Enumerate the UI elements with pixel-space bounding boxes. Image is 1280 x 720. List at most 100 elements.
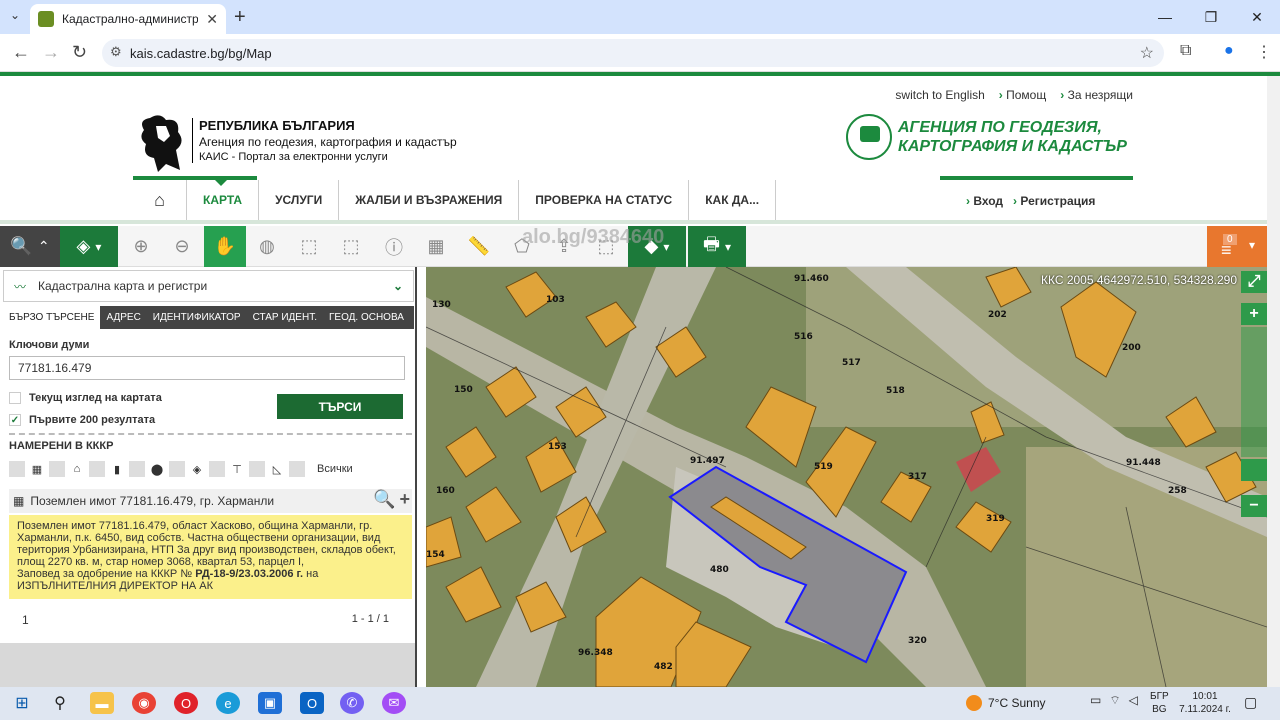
zoom-in-button[interactable]: ⊕ [122, 226, 160, 267]
keywords-input[interactable] [9, 356, 405, 380]
tab-list-icon[interactable]: ⌄ [10, 8, 20, 22]
agency-underline [940, 176, 1133, 180]
browser-tab[interactable]: Кадастрално-административна ✕ [30, 4, 226, 34]
zoom-to-icon[interactable]: 🔍 [373, 489, 395, 510]
basket-button[interactable]: 0 ≡ ▾ [1207, 226, 1267, 267]
zoom-out-button[interactable]: ⊖ [162, 226, 202, 267]
file-explorer-icon[interactable]: ▬ [90, 692, 114, 714]
home-button[interactable]: ⌂ [133, 180, 187, 220]
register-link[interactable]: › Регистрация [1013, 194, 1095, 208]
cadastral-map[interactable]: 130 103 150 202 200 516 517 518 519 480 … [426, 267, 1267, 687]
site-info-icon[interactable]: ⚙ [110, 44, 122, 60]
info-button[interactable]: ⓘ [374, 226, 414, 267]
back-icon[interactable]: ← [12, 42, 30, 63]
notifications-icon[interactable]: ▢ [1244, 694, 1257, 711]
opera-icon[interactable]: O [174, 692, 198, 714]
print-button[interactable]: 🖶 ▾ [688, 226, 746, 267]
measure-line-button[interactable]: 📏 [458, 226, 500, 267]
filter-toggle[interactable] [289, 461, 305, 477]
menu-howto[interactable]: КАК ДА... [689, 180, 777, 220]
zoom-minus-button[interactable]: − [1241, 495, 1267, 517]
first200-checkbox[interactable]: ✓ Първите 200 резултата [9, 414, 155, 426]
chrome-icon[interactable]: ◉ [132, 692, 156, 714]
bookmark-star-icon[interactable]: ☆ [1140, 43, 1154, 63]
maximize-icon[interactable]: ❐ [1188, 0, 1234, 34]
filter-toggle[interactable] [9, 461, 25, 477]
close-window-icon[interactable]: ✕ [1234, 0, 1280, 34]
viber-icon[interactable]: ✆ [340, 692, 364, 714]
tab-quick-search[interactable]: БЪРЗО ТЪРСЕНЕ [3, 306, 101, 329]
filter-toggle[interactable] [129, 461, 145, 477]
tab-address[interactable]: АДРЕС [100, 306, 146, 329]
help-link[interactable]: › Помощ [999, 88, 1046, 102]
search-panel: 〰 Кадастрална карта и регистри ⌄ БЪРЗО Т… [0, 267, 417, 687]
forward-icon[interactable]: → [42, 42, 60, 63]
pan-button[interactable]: ✋ [204, 226, 246, 267]
zoom-box-out-button[interactable]: ⬚ [332, 226, 370, 267]
map-canvas[interactable]: 130 103 150 202 200 516 517 518 519 480 … [426, 267, 1267, 687]
zoom-box-in-button[interactable]: ⬚ [290, 226, 328, 267]
menu-services[interactable]: УСЛУГИ [259, 180, 340, 220]
battery-icon[interactable]: ▭ [1090, 693, 1101, 708]
filter-toggle[interactable] [49, 461, 65, 477]
menu-complaints[interactable]: ЖАЛБИ И ВЪЗРАЖЕНИЯ [339, 180, 520, 220]
clock[interactable]: 10:01 7.11.2024 г. [1178, 690, 1232, 716]
omnibox[interactable]: ⚙ kais.cadastre.bg/bg/Map ☆ [102, 39, 1164, 67]
filter-toggle[interactable] [209, 461, 225, 477]
photos-icon[interactable]: ▣ [258, 692, 282, 714]
map-toolbar: 🔍 ⌃ ◈ ▾ ⊕ ⊖ ✋ ◍ ⬚ ⬚ ⓘ ▦ 📏 ⬠ ⇪ ⬚ ◆ ▾ 🖶 ▾ … [0, 226, 1267, 267]
filter-toggle[interactable] [249, 461, 265, 477]
panel-header[interactable]: 〰 Кадастрална карта и регистри ⌄ [3, 270, 414, 302]
checkmark-icon[interactable]: ✓ [9, 414, 21, 426]
messenger-icon[interactable]: ✉ [382, 692, 406, 714]
new-tab-icon[interactable]: + [234, 6, 246, 29]
close-tab-icon[interactable]: ✕ [206, 11, 218, 28]
weather-widget[interactable]: 7°C Sunny [966, 695, 1046, 711]
filter-toggle[interactable] [169, 461, 185, 477]
search-button[interactable]: ТЪРСИ [277, 394, 403, 419]
volume-icon[interactable]: ◁ [1129, 693, 1138, 708]
tab-old-identifier[interactable]: СТАР ИДЕНТ. [247, 306, 323, 329]
tab-geodetic-base[interactable]: ГЕОД. ОСНОВА [323, 306, 410, 329]
search-toggle-button[interactable]: 🔍 ⌃ [0, 226, 60, 267]
zoom-slider-handle[interactable] [1241, 459, 1267, 481]
fullscreen-button[interactable]: ⤢ [1241, 271, 1267, 293]
agency-logo[interactable]: АГЕНЦИЯ ПО ГЕОДЕЗИЯ, КАРТОГРАФИЯ И КАДАС… [846, 114, 1127, 160]
extensions-icon[interactable]: ⧉ [1180, 42, 1191, 60]
full-extent-button[interactable]: ◍ [248, 226, 286, 267]
profile-icon[interactable]: ● [1224, 42, 1234, 60]
layers-button[interactable]: ◈ ▾ [60, 226, 118, 267]
panel-footer [0, 643, 415, 687]
network-icon[interactable]: ⌔ [1109, 693, 1120, 708]
login-link[interactable]: › Вход [966, 194, 1003, 208]
language-indicator[interactable]: БГР BG [1150, 690, 1169, 716]
windows-start-icon[interactable]: ⊞ [10, 692, 34, 714]
checkbox-empty[interactable] [9, 392, 21, 404]
reload-icon[interactable]: ↻ [72, 42, 87, 63]
page-number[interactable]: 1 [22, 613, 29, 627]
browser-menu-icon[interactable]: ⋮ [1256, 42, 1272, 62]
switch-english-link[interactable]: switch to English [895, 88, 984, 102]
minimize-icon[interactable]: — [1142, 0, 1188, 34]
zoom-plus-button[interactable]: + [1241, 303, 1267, 325]
parcel-label: 160 [436, 486, 455, 496]
outlook-icon[interactable]: O [300, 692, 324, 714]
current-view-checkbox[interactable]: Текущ изглед на картата [9, 392, 162, 404]
tab-identifier[interactable]: ИДЕНТИФИКАТОР [147, 306, 247, 329]
edge-icon[interactable]: e [216, 692, 240, 714]
add-icon[interactable]: + [399, 489, 410, 510]
blind-label: За незрящи [1067, 88, 1133, 102]
search-icon[interactable]: ⚲ [48, 692, 72, 714]
page-scrollbar[interactable] [1267, 76, 1280, 687]
weather-text: 7°C Sunny [988, 696, 1046, 710]
menu-status[interactable]: ПРОВЕРКА НА СТАТУС [519, 180, 690, 220]
filter-toggle[interactable] [89, 461, 105, 477]
result-order: РД-18-9/23.03.2006 г. [195, 568, 304, 580]
filter-all-label: Всички [317, 463, 353, 475]
menu-map[interactable]: КАРТА [187, 180, 260, 220]
zoom-slider[interactable] [1241, 327, 1267, 457]
chevron-down-icon[interactable]: ⌄ [393, 279, 403, 293]
result-header[interactable]: ▦ Поземлен имот 77181.16.479, гр. Харман… [9, 489, 412, 513]
measure-area-button[interactable]: ▦ [416, 226, 456, 267]
blind-link[interactable]: › За незрящи [1060, 88, 1133, 102]
